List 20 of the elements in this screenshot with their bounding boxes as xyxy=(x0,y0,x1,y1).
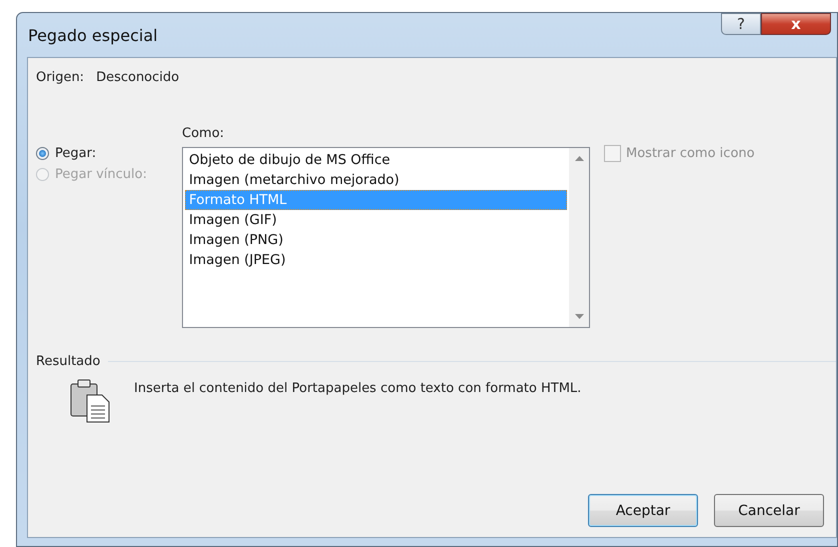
help-button[interactable]: ? xyxy=(721,13,761,35)
window-title: Pegado especial xyxy=(28,26,159,44)
source-label: Origen: xyxy=(36,70,84,87)
scroll-down-icon[interactable] xyxy=(574,314,584,319)
paste-option-radio[interactable]: Pegar: xyxy=(36,146,182,161)
format-list-label: Como: xyxy=(182,126,226,143)
source-value: Desconocido xyxy=(96,70,180,87)
format-list-item[interactable]: Objeto de dibujo de MS Office xyxy=(185,150,567,170)
format-list-item[interactable]: Imagen (GIF) xyxy=(185,210,567,230)
clipboard-icon xyxy=(70,379,112,423)
result-heading: Resultado xyxy=(36,354,100,369)
scroll-up-icon[interactable] xyxy=(574,156,584,161)
format-list[interactable]: Objeto de dibujo de MS Office Imagen (metarchivo mejorado) Formato HTML Imagen (GIF) Imagen (PNG) Imagen (JPEG) xyxy=(182,147,590,328)
format-list-item[interactable]: Imagen (JPEG) xyxy=(185,250,567,270)
dialog-button[interactable]: Aceptar xyxy=(588,494,698,527)
format-list-item[interactable]: Imagen (metarchivo mejorado) xyxy=(185,170,567,190)
format-list-item[interactable]: Imagen (PNG) xyxy=(185,230,567,250)
dialog-button[interactable]: Cancelar xyxy=(714,494,824,527)
result-description: Inserta el contenido del Portapapeles como texto con formato HTML. xyxy=(134,380,582,398)
close-button[interactable]: x xyxy=(761,13,831,35)
